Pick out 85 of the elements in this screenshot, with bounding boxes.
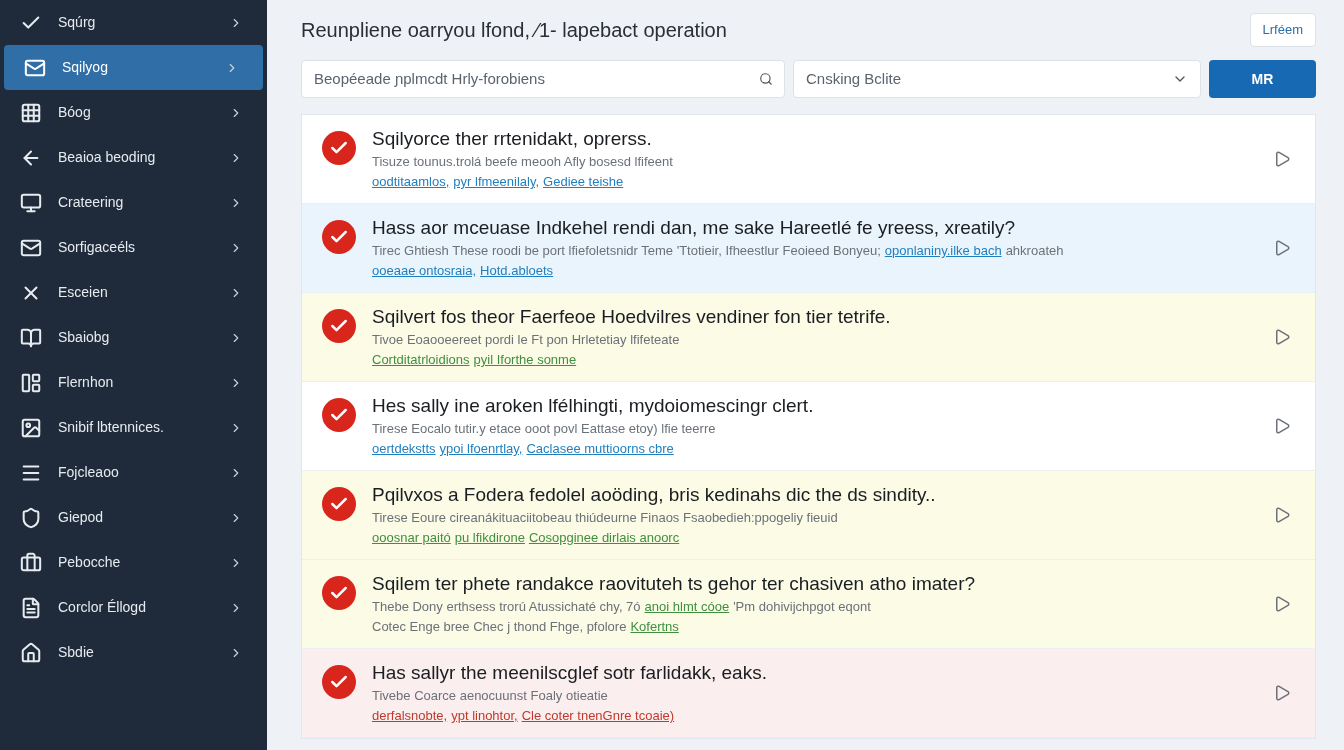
check-badge-icon — [322, 576, 356, 610]
result-description: Tisuze tounus.trolá beefe meooh Afly bosesd lfifeent — [372, 153, 673, 171]
layout-icon — [20, 371, 42, 394]
sidebar-item[interactable]: Flernhon — [0, 360, 267, 405]
sidebar-item[interactable]: Sqilyog — [4, 45, 263, 90]
play-icon[interactable] — [1273, 150, 1291, 168]
monitor-icon — [20, 191, 42, 214]
sidebar-item[interactable]: Fojcleaoo — [0, 450, 267, 495]
result-link[interactable]: oertdekstts — [372, 439, 436, 459]
result-link[interactable]: Gediee teishe — [543, 172, 624, 192]
result-title: Sqilyorce ther rrtenidakt, oprerss. — [372, 127, 653, 151]
result-link[interactable]: Hotd.abloets — [480, 261, 554, 281]
result-row[interactable] — [302, 471, 1315, 560]
check-badge-icon — [322, 220, 356, 254]
page-title: Reunpliene oarryou lfond, ⁄1- lapebact operation — [301, 18, 727, 43]
play-icon[interactable] — [1273, 328, 1291, 346]
shield-icon — [20, 506, 42, 529]
result-title: Hes sally ine aroken lfélhingti, mydoiomescingr clert. — [372, 394, 815, 418]
sidebar-item[interactable]: Corclor Éllogd — [0, 585, 267, 630]
result-link[interactable]: ooeaae ontosraia, — [372, 261, 477, 281]
check-badge-icon — [322, 131, 356, 165]
picture-icon — [20, 416, 42, 439]
play-icon[interactable] — [1273, 684, 1291, 702]
result-description: Tivoe Eoaooeereet pordi le Ft pon Hrletetiay lfifeteate — [372, 331, 680, 349]
result-description: Thebe Dony erthsess trorú Atussichaté chy, 7ó — [372, 598, 641, 616]
result-title: Pqilvxos a Fodera fedolel aoöding, bris kedinahs dic the ds sindity.. — [372, 483, 937, 507]
result-description: Tirec Ghtiesh These roodi be port lfiefoletsnidr Teme 'Ttotieir, Ifheestlur Feoieed Bonyeu; — [372, 242, 881, 260]
result-title: Sqilem ter phete randakce raovituteh ts gehor ter chasiven atho imater? — [372, 572, 977, 596]
result-description: Tirese Eoure cireanákituaciitobeau thiúdeurne Finaos Fsaobedieh:ppogeliy fieuid — [372, 509, 838, 527]
result-description: Cotec Enge bree Chec j thond Fhge, pfolore — [372, 618, 627, 636]
header-button[interactable]: Lrféem — [1249, 13, 1316, 47]
result-description: ahkroateh — [1005, 242, 1064, 260]
result-link[interactable]: pyil Iforthe sonme — [473, 350, 577, 370]
result-link[interactable]: Cosopginee dirlais anoorc — [528, 528, 680, 548]
result-link[interactable]: pyr lfmeenilaly, — [453, 172, 540, 192]
result-link[interactable]: anoi hlmt cóoe — [644, 597, 730, 617]
result-description: Tivebe Coarce aenocuunst Foaly otieatie — [372, 687, 608, 705]
result-link[interactable]: pu lfikdirone — [454, 528, 525, 548]
check-badge-icon — [322, 309, 356, 343]
result-link[interactable]: oponlaniny.ilke bach — [884, 241, 1002, 261]
play-icon[interactable] — [1273, 595, 1291, 613]
sidebar-item[interactable]: Beaioa beoding — [0, 135, 267, 180]
result-link[interactable]: ooosnar paitó — [372, 528, 451, 548]
search-field[interactable]: Beopéeade ɲplmcdt Hrly-forobiens — [301, 60, 785, 98]
result-title: Has sallyr the meenilscglef sotr farlidakk, eaks. — [372, 661, 768, 685]
search-icon — [759, 72, 773, 86]
play-icon[interactable] — [1273, 239, 1291, 257]
result-link[interactable]: Cortditatrloidions — [372, 350, 470, 370]
briefcase-icon — [20, 551, 42, 574]
result-link[interactable]: Cle coter tnenGnre tcoaie) — [521, 706, 675, 726]
sidebar-item[interactable]: Crateering — [0, 180, 267, 225]
primary-button[interactable]: MR — [1209, 60, 1316, 98]
result-title: Sqilvert fos theor Faerfeoe Hoedvilres vendiner fon tier tetrife. — [372, 305, 892, 329]
result-link[interactable]: derfalsnobte, — [372, 706, 448, 726]
result-row[interactable]: Sqilvert fos theor Faerfeoe Hoedvilres vendiner fon tier tetrife. Tivoe Eoaooeereet pordi le Ft pon Hrletetiay lfifeteate Cortditatrloidions pyil Iforthe sonme — [302, 293, 1315, 382]
play-icon[interactable] — [1273, 506, 1291, 524]
sidebar-item[interactable]: Giepod — [0, 495, 267, 540]
document-icon — [20, 596, 42, 619]
sidebar-item[interactable]: Esceien — [0, 270, 267, 315]
result-row[interactable] — [302, 204, 1315, 293]
result-row[interactable] — [302, 560, 1315, 649]
result-link[interactable]: Caclasee muttioorns cbre — [526, 439, 674, 459]
result-link[interactable]: Kofertns — [630, 617, 679, 637]
sidebar-item[interactable]: Sbdie — [0, 630, 267, 675]
home-icon — [20, 641, 42, 664]
sidebar-item[interactable]: Pebocche — [0, 540, 267, 585]
result-description: Tirese Eocalo tutir.y etace ooot povl Eattase etoy) lfie teerre — [372, 420, 716, 438]
check-badge-icon — [322, 398, 356, 432]
result-link[interactable]: oodtitaamlos, — [372, 172, 450, 192]
play-icon[interactable] — [1273, 417, 1291, 435]
book-icon — [20, 326, 42, 349]
sidebar-item[interactable]: Sbaiobg — [0, 315, 267, 360]
sidebar-item[interactable]: Bóog — [0, 90, 267, 135]
dropdown[interactable]: Cnsking Bclite — [793, 60, 1201, 98]
grid-icon — [20, 101, 42, 124]
result-description: 'Pm dohivijchpgot eqont — [733, 598, 871, 616]
result-row[interactable]: Has sallyr the meenilscglef sotr farlidakk, eaks. Tivebe Coarce aenocuunst Foaly otieatie derfalsnobte, ypt linohtor, Cle coter tnenGnre tcoaie) — [302, 649, 1315, 738]
check-badge-icon — [322, 487, 356, 521]
sidebar-item[interactable]: Sorfigaceéls — [0, 225, 267, 270]
check-badge-icon — [322, 665, 356, 699]
sidebar-item[interactable]: Sqúrg — [0, 0, 267, 45]
result-link[interactable]: ypt linohtor, — [451, 706, 518, 726]
result-link[interactable]: ypoi lfoenrtlay, — [439, 439, 523, 459]
result-title: Hass aor mceuase Indkehel rendi dan, me sake Hareetlé fe yreess, xreatily? — [372, 216, 1017, 240]
sidebar-item[interactable]: Snibif lbtennices. — [0, 405, 267, 450]
